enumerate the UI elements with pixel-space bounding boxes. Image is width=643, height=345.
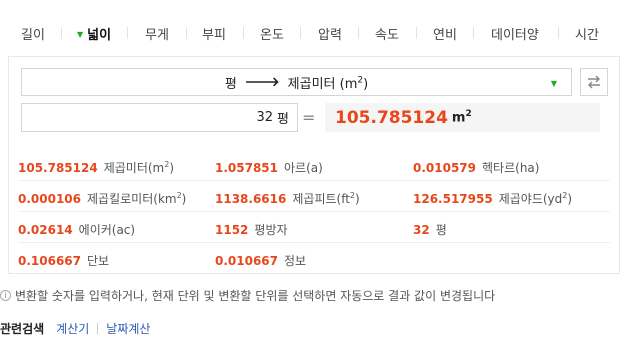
tab-data-size[interactable]: 데이터양 — [491, 24, 539, 43]
tab-temperature[interactable]: 온도 — [260, 24, 284, 43]
tab-divider — [300, 27, 301, 39]
right-arrow-icon: 🡒 — [244, 75, 280, 90]
related-link-date-calculator[interactable]: 날짜계산 — [106, 320, 150, 337]
result-item: 32 평 — [413, 223, 447, 237]
swap-arrows-icon — [588, 75, 600, 89]
tab-speed[interactable]: 속도 — [375, 24, 399, 43]
result-item: 0.02614 에이커(ac) — [18, 223, 136, 237]
result-value: 105.785124 — [335, 107, 448, 128]
tab-fuel-efficiency[interactable]: 연비 — [433, 24, 457, 43]
tab-divider — [61, 27, 62, 39]
help-text-row: i 변환할 숫자를 입력하거나, 현재 단위 및 변환할 단위를 선택하면 자동… — [0, 287, 495, 304]
results-row: 0.02614 에이커(ac) 1152 평방자 32 평 — [18, 212, 610, 243]
swap-units-button[interactable] — [580, 68, 608, 96]
value-input-box[interactable]: 평 — [21, 103, 298, 132]
tab-volume[interactable]: 부피 — [202, 24, 226, 43]
tab-divider — [558, 27, 559, 39]
result-item: 1152 평방자 — [215, 223, 288, 237]
result-item: 0.106667 단보 — [18, 254, 110, 268]
tab-length[interactable]: 길이 — [21, 24, 45, 43]
from-unit-label: 평 — [224, 76, 237, 92]
input-unit-label: 평 — [277, 112, 289, 127]
results-row: 0.000106 제곱킬로미터(km2) 1138.6616 제곱피트(ft2) 1… — [18, 181, 610, 212]
tab-weight[interactable]: 무게 — [145, 24, 169, 43]
result-box: 105.785124 m2 — [325, 103, 600, 132]
tab-divider — [243, 27, 244, 39]
unit-category-tabs: 길이 ▼ 넓이 무게 부피 온도 압력 속도 연비 데이터양 시간 — [0, 0, 643, 58]
tab-divider — [358, 27, 359, 39]
result-item: 1138.6616 제곱피트(ft2) — [215, 191, 360, 206]
help-text: 변환할 숫자를 입력하거나, 현재 단위 및 변환할 단위를 선택하면 자동으로… — [15, 289, 496, 303]
converter-panel: 평 🡒 제곱미터 (m2) ▼ 평 = 105.785124 m2 105.78… — [8, 56, 620, 274]
result-item: 1.057851 아르(a) — [215, 161, 323, 175]
result-item: 0.010667 정보 — [215, 254, 307, 268]
tab-pressure[interactable]: 압력 — [318, 24, 342, 43]
equals-sign: = — [302, 108, 316, 127]
tab-time[interactable]: 시간 — [575, 24, 599, 43]
tab-divider — [127, 27, 128, 39]
dropdown-caret-icon: ▼ — [550, 79, 557, 88]
results-row: 105.785124 제곱미터(m2) 1.057851 아르(a) 0.01057… — [18, 150, 610, 181]
related-search: 관련검색 계산기 날짜계산 — [0, 320, 150, 337]
result-item: 0.000106 제곱킬로미터(km2) — [18, 191, 187, 206]
tab-divider — [473, 27, 474, 39]
to-unit-label: 제곱미터 (m2) — [287, 75, 369, 92]
result-item: 126.517955 제곱야드(yd2) — [413, 191, 573, 206]
related-link-calculator[interactable]: 계산기 — [56, 320, 89, 337]
tab-area[interactable]: ▼ 넓이 — [77, 24, 111, 43]
active-tab-caret-icon: ▼ — [77, 30, 84, 39]
tab-divider — [416, 27, 417, 39]
info-icon: i — [0, 290, 11, 301]
result-unit: m2 — [451, 109, 472, 126]
tab-area-label: 넓이 — [87, 28, 112, 43]
value-input[interactable] — [43, 110, 274, 125]
result-item: 0.010579 헥타르(ha) — [413, 161, 540, 175]
result-item: 105.785124 제곱미터(m2) — [18, 160, 175, 175]
results-row: 0.106667 단보 0.010667 정보 — [18, 243, 610, 274]
tab-divider — [186, 27, 187, 39]
link-divider — [97, 323, 99, 334]
related-search-title: 관련검색 — [0, 322, 45, 336]
unit-pair-select[interactable]: 평 🡒 제곱미터 (m2) ▼ — [21, 68, 572, 96]
